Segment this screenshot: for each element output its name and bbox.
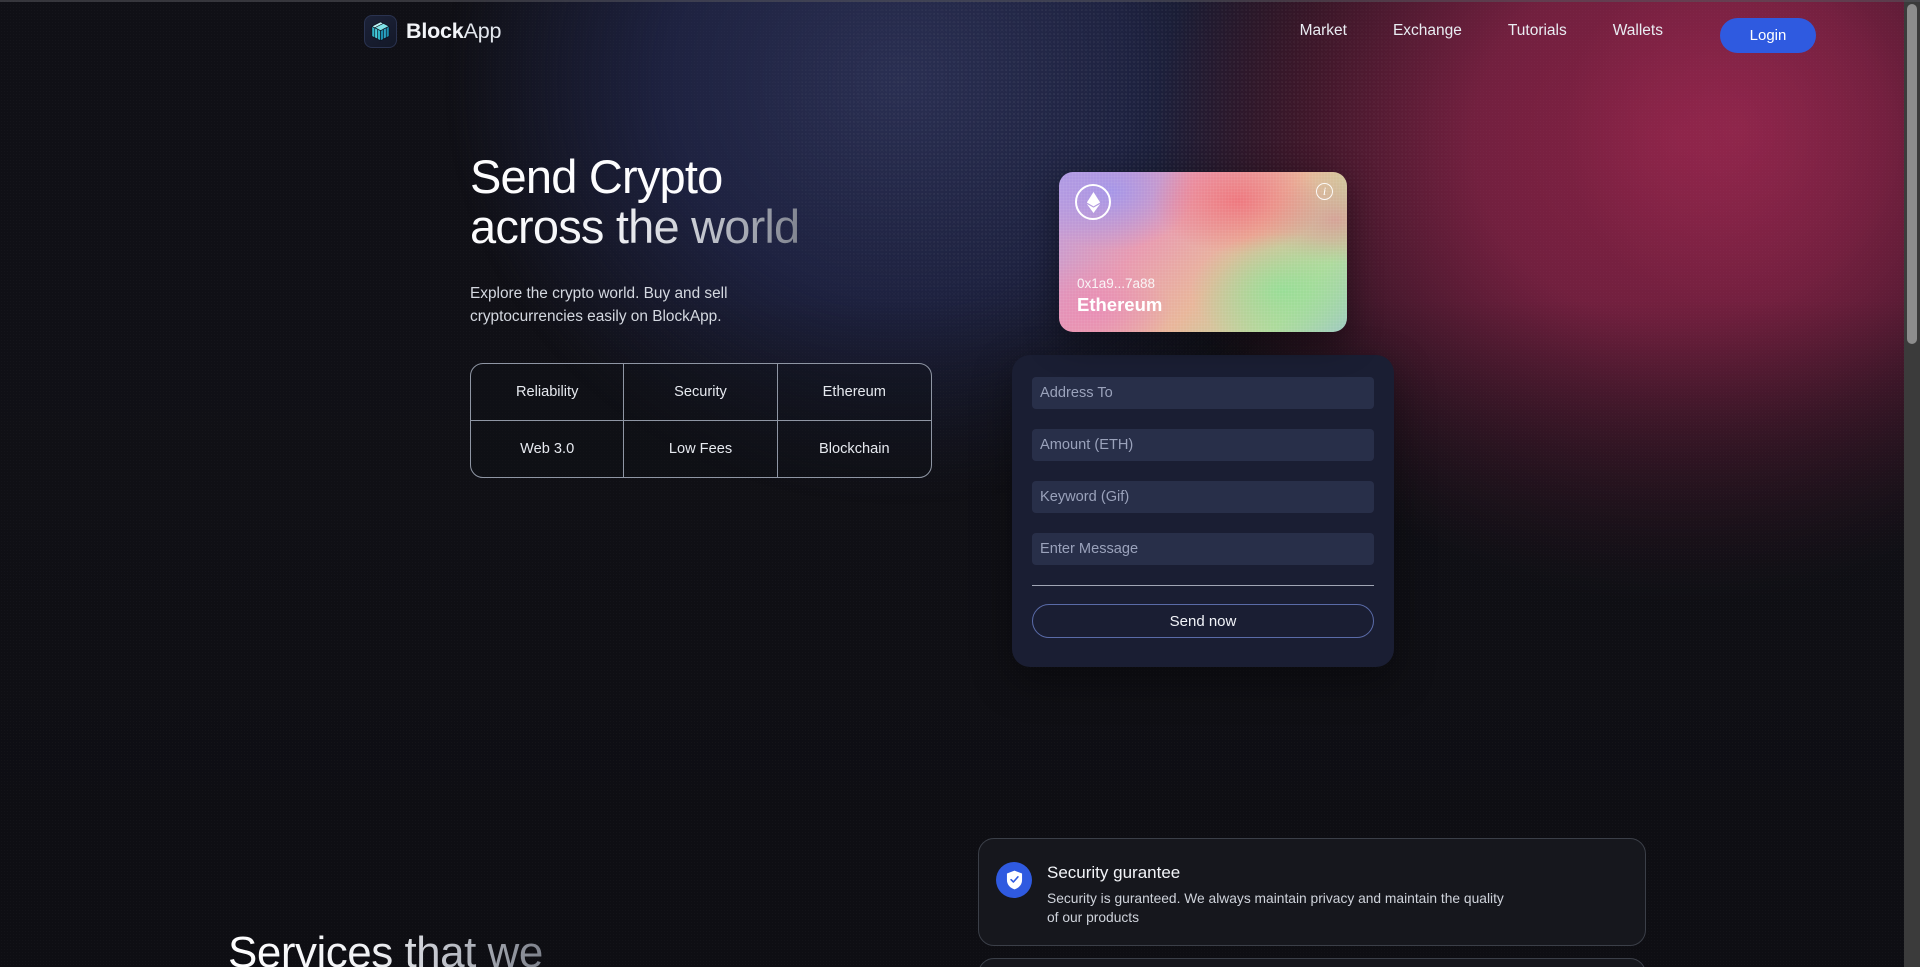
ethereum-wallet-card[interactable]: i 0x1a9...7a88 Ethereum (1059, 172, 1347, 332)
feature-cell-web30[interactable]: Web 3.0 (471, 420, 625, 477)
nav-item-market[interactable]: Market (1277, 0, 1370, 62)
hero-subtitle: Explore the crypto world. Buy and sell c… (470, 284, 728, 326)
nav-item-wallets[interactable]: Wallets (1590, 0, 1686, 62)
wallet-network-name: Ethereum (1077, 294, 1163, 315)
send-now-button[interactable]: Send now (1032, 604, 1374, 638)
nav-item-exchange[interactable]: Exchange (1370, 0, 1485, 62)
page-scrollbar[interactable] (1904, 0, 1920, 967)
ethereum-icon (1075, 184, 1111, 220)
form-divider (1032, 585, 1374, 586)
brand-name: BlockApp (406, 19, 501, 44)
feature-cell-blockchain[interactable]: Blockchain (778, 421, 931, 478)
feature-cell-ethereum[interactable]: Ethereum (777, 364, 931, 421)
info-icon[interactable]: i (1316, 183, 1333, 200)
main-nav: Market Exchange Tutorials Wallets (1277, 0, 1686, 62)
brand-name-bold: Block (406, 19, 464, 43)
scrollbar-thumb[interactable] (1907, 4, 1917, 344)
feature-cell-low-fees[interactable]: Low Fees (624, 420, 778, 477)
security-guarantee-card: Security gurantee Security is guranteed.… (978, 838, 1646, 946)
page-root: BlockApp Market Exchange Tutorials Walle… (0, 0, 1920, 967)
cube-logo-icon (364, 15, 397, 48)
send-transaction-panel: Send now (1012, 355, 1394, 667)
site-header: BlockApp Market Exchange Tutorials Walle… (0, 0, 1904, 62)
background-noise (0, 0, 1920, 967)
brand-name-light: App (463, 19, 502, 43)
amount-eth-input[interactable] (1032, 429, 1374, 461)
services-heading: Services that we (228, 929, 543, 967)
window-top-edge (0, 0, 1920, 2)
address-to-input[interactable] (1032, 377, 1374, 409)
feature-cell-reliability[interactable]: Reliability (471, 364, 625, 421)
send-form: Send now (1032, 377, 1374, 638)
security-card-body: Security is guranteed. We always maintai… (1047, 891, 1504, 925)
feature-grid: Reliability Security Ethereum Web 3.0 Lo… (470, 363, 932, 478)
security-card-title: Security gurantee (1047, 863, 1181, 882)
security-card-next (978, 958, 1646, 967)
nav-item-tutorials[interactable]: Tutorials (1485, 0, 1590, 62)
login-button[interactable]: Login (1720, 18, 1816, 53)
hero-title-line-1: Send Crypto (470, 150, 723, 203)
brand[interactable]: BlockApp (364, 15, 501, 48)
enter-message-input[interactable] (1032, 533, 1374, 565)
page-title: Send Crypto across the world (470, 152, 940, 252)
hero-section: Send Crypto across the world Explore the… (470, 152, 940, 328)
hero-title-line-2: across the world (470, 201, 940, 252)
shield-check-icon (996, 862, 1032, 898)
keyword-gif-input[interactable] (1032, 481, 1374, 513)
feature-cell-security[interactable]: Security (624, 364, 778, 421)
wallet-address: 0x1a9...7a88 (1077, 276, 1156, 291)
